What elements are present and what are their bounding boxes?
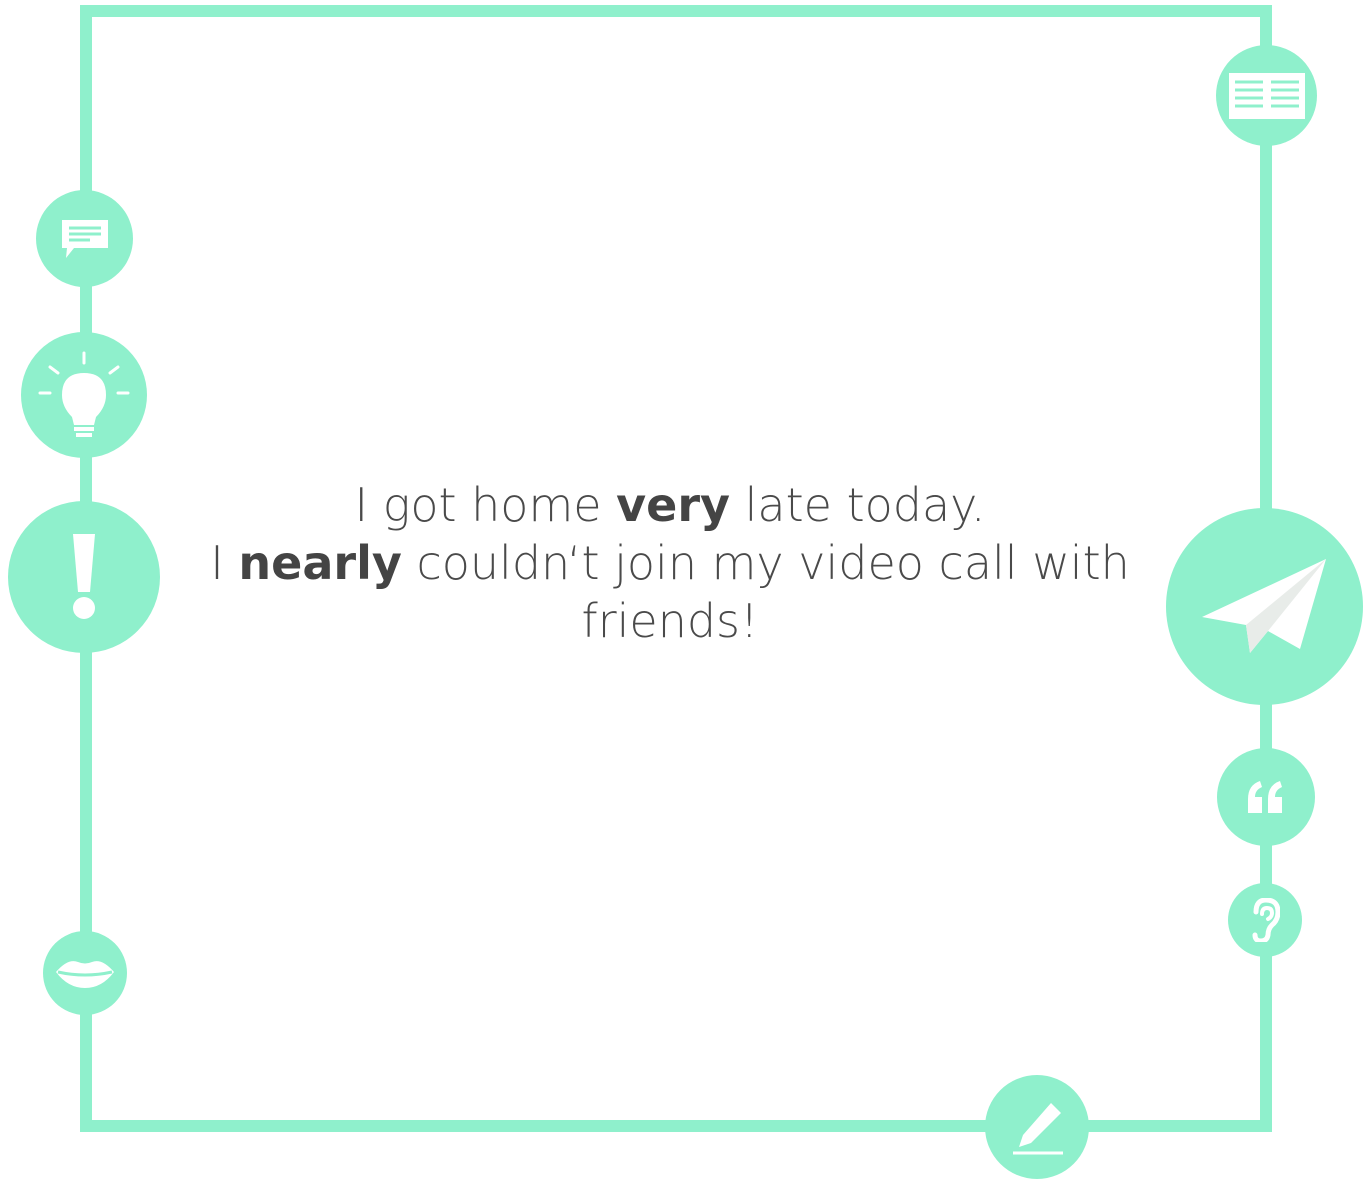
ear-icon — [1228, 883, 1302, 957]
news-icon — [1216, 45, 1317, 146]
message-text: I got home very late today. I nearly cou… — [180, 476, 1160, 650]
message-line-1-end: late today. — [730, 478, 986, 532]
message-line-2-start: I — [210, 536, 239, 590]
message-line-2: I nearly couldn‘t join my video call wit… — [180, 534, 1160, 592]
message-line-3: friends! — [581, 594, 759, 648]
message-line-1: I got home very late today. — [180, 476, 1160, 534]
message-line-1-start: I got home — [354, 478, 617, 532]
message-line-2-end: couldn‘t join my video call with — [401, 536, 1130, 590]
paper-plane-icon — [1166, 508, 1363, 705]
exclamation-icon — [8, 501, 160, 653]
lips-icon — [43, 931, 127, 1015]
chat-icon — [36, 190, 133, 287]
quote-icon — [1217, 748, 1315, 846]
emphasis-very: very — [616, 478, 731, 532]
emphasis-nearly: nearly — [238, 536, 402, 590]
pencil-icon — [985, 1075, 1089, 1179]
lightbulb-icon — [21, 332, 147, 458]
